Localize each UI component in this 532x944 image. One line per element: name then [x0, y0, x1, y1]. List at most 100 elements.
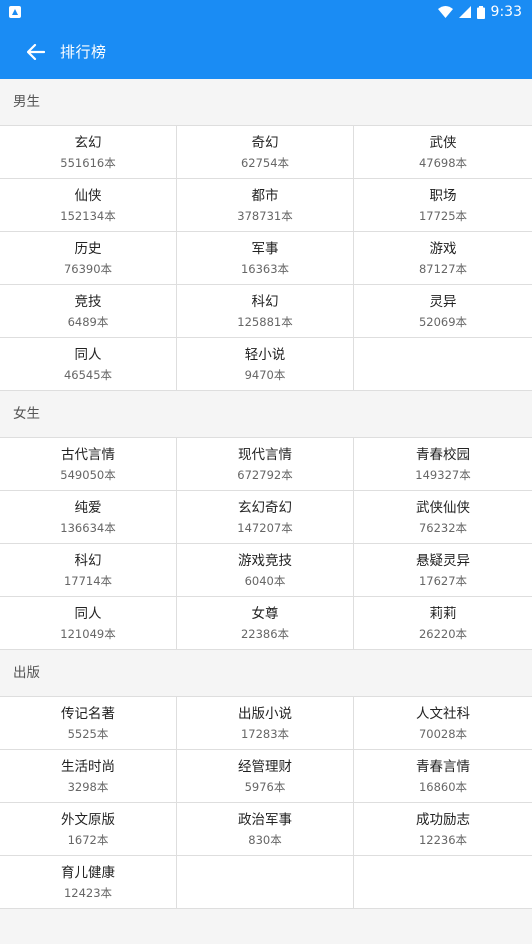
section-title-publish: 出版: [0, 650, 532, 696]
empty-cell: [354, 338, 532, 391]
category-cell[interactable]: 政治军事 830本: [177, 803, 354, 856]
category-name: 女尊: [251, 605, 279, 622]
category-cell[interactable]: 职场 17725本: [354, 179, 532, 232]
category-name: 人文社科: [416, 705, 470, 722]
category-cell[interactable]: 经管理财 5976本: [177, 750, 354, 803]
category-count: 22386本: [240, 626, 290, 641]
category-cell[interactable]: 游戏 87127本: [354, 232, 532, 285]
category-count: 52069本: [418, 314, 468, 329]
category-count: 17283本: [240, 726, 290, 741]
category-name: 外文原版: [61, 811, 115, 828]
app-bar: 排行榜: [0, 24, 532, 79]
category-cell[interactable]: 青春言情 16860本: [354, 750, 532, 803]
category-count: 62754本: [240, 155, 290, 170]
category-count: 9470本: [244, 367, 286, 382]
category-count: 76232本: [418, 520, 468, 535]
back-button[interactable]: [18, 34, 54, 70]
category-cell[interactable]: 女尊 22386本: [177, 597, 354, 650]
category-cell[interactable]: 悬疑灵异 17627本: [354, 544, 532, 597]
category-count: 17627本: [418, 573, 468, 588]
category-name: 科幻: [251, 293, 279, 310]
category-cell[interactable]: 竞技 6489本: [0, 285, 177, 338]
category-cell[interactable]: 传记名著 5525本: [0, 697, 177, 750]
category-name: 玄幻奇幻: [238, 499, 292, 516]
category-count: 6040本: [244, 573, 286, 588]
category-name: 奇幻: [251, 134, 279, 151]
category-count: 16860本: [418, 779, 468, 794]
category-cell[interactable]: 科幻 125881本: [177, 285, 354, 338]
category-cell[interactable]: 古代言情 549050本: [0, 438, 177, 491]
category-count: 378731本: [237, 208, 293, 223]
category-count: 1672本: [67, 832, 109, 847]
category-count: 5976本: [244, 779, 286, 794]
category-cell[interactable]: 玄幻 551616本: [0, 126, 177, 179]
category-cell[interactable]: 历史 76390本: [0, 232, 177, 285]
status-time: 9:33: [490, 4, 522, 20]
category-count: 152134本: [60, 208, 116, 223]
category-name: 传记名著: [61, 705, 115, 722]
category-cell[interactable]: 武侠仙侠 76232本: [354, 491, 532, 544]
category-cell[interactable]: 军事 16363本: [177, 232, 354, 285]
category-count: 87127本: [418, 261, 468, 276]
category-cell[interactable]: 莉莉 26220本: [354, 597, 532, 650]
category-name: 都市: [251, 187, 279, 204]
battery-icon: [476, 5, 485, 19]
category-cell[interactable]: 科幻 17714本: [0, 544, 177, 597]
category-name: 轻小说: [244, 346, 286, 363]
category-count: 551616本: [60, 155, 116, 170]
category-name: 武侠仙侠: [416, 499, 470, 516]
category-count: 149327本: [415, 467, 471, 482]
back-arrow-icon: [27, 43, 45, 60]
category-cell[interactable]: 武侠 47698本: [354, 126, 532, 179]
category-count: 76390本: [63, 261, 113, 276]
category-cell[interactable]: 灵异 52069本: [354, 285, 532, 338]
category-name: 出版小说: [238, 705, 292, 722]
category-name: 生活时尚: [61, 758, 115, 775]
ranking-list[interactable]: 男生 玄幻 551616本 奇幻 62754本 武侠 47698本 仙侠 152134本…: [0, 79, 532, 909]
category-cell[interactable]: 同人 46545本: [0, 338, 177, 391]
category-cell[interactable]: 轻小说 9470本: [177, 338, 354, 391]
category-name: 青春校园: [416, 446, 470, 463]
category-count: 125881本: [237, 314, 293, 329]
category-name: 竞技: [74, 293, 102, 310]
empty-cell: [354, 856, 532, 909]
category-count: 5525本: [67, 726, 109, 741]
category-cell[interactable]: 仙侠 152134本: [0, 179, 177, 232]
category-cell[interactable]: 奇幻 62754本: [177, 126, 354, 179]
category-cell[interactable]: 都市 378731本: [177, 179, 354, 232]
category-count: 26220本: [418, 626, 468, 641]
category-cell[interactable]: 成功励志 12236本: [354, 803, 532, 856]
category-cell[interactable]: 生活时尚 3298本: [0, 750, 177, 803]
category-name: 同人: [74, 346, 102, 363]
category-cell[interactable]: 育儿健康 12423本: [0, 856, 177, 909]
category-name: 历史: [74, 240, 102, 257]
category-cell[interactable]: 纯爱 136634本: [0, 491, 177, 544]
category-count: 147207本: [237, 520, 293, 535]
category-name: 古代言情: [61, 446, 115, 463]
category-name: 现代言情: [238, 446, 292, 463]
category-count: 12423本: [63, 885, 113, 900]
category-cell[interactable]: 出版小说 17283本: [177, 697, 354, 750]
wifi-icon: [437, 6, 453, 18]
category-cell[interactable]: 游戏竞技 6040本: [177, 544, 354, 597]
category-name: 纯爱: [74, 499, 102, 516]
category-count: 46545本: [63, 367, 113, 382]
category-count: 121049本: [60, 626, 116, 641]
category-cell[interactable]: 人文社科 70028本: [354, 697, 532, 750]
category-grid-female: 古代言情 549050本 现代言情 672792本 青春校园 149327本 纯爱 13…: [0, 437, 532, 650]
category-cell[interactable]: 外文原版 1672本: [0, 803, 177, 856]
category-count: 12236本: [418, 832, 468, 847]
category-count: 6489本: [67, 314, 109, 329]
status-bar: 9:33: [0, 0, 532, 24]
category-cell[interactable]: 玄幻奇幻 147207本: [177, 491, 354, 544]
category-name: 同人: [74, 605, 102, 622]
category-name: 育儿健康: [61, 864, 115, 881]
category-name: 玄幻: [74, 134, 102, 151]
category-count: 17725本: [418, 208, 468, 223]
category-count: 830本: [248, 832, 282, 847]
section-title-male: 男生: [0, 79, 532, 125]
category-cell[interactable]: 同人 121049本: [0, 597, 177, 650]
category-cell[interactable]: 现代言情 672792本: [177, 438, 354, 491]
category-name: 莉莉: [429, 605, 457, 622]
category-cell[interactable]: 青春校园 149327本: [354, 438, 532, 491]
